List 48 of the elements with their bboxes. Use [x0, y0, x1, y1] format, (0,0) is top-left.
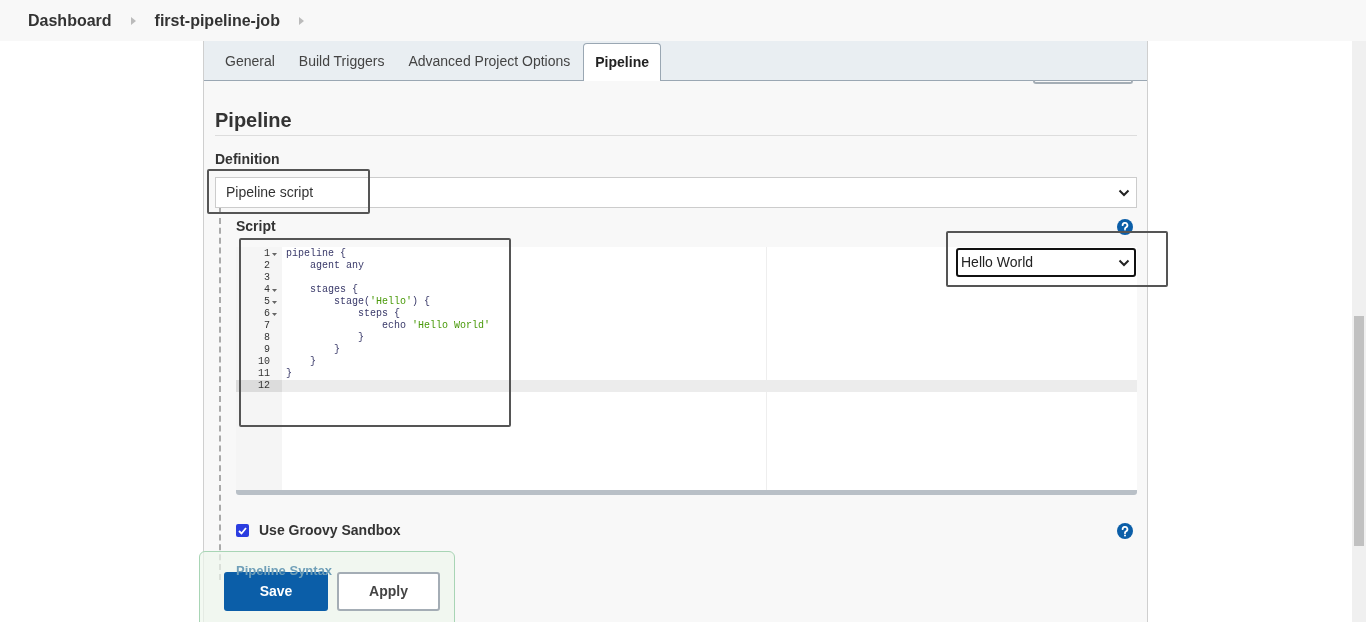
line-number: 10 [258, 356, 270, 368]
line-number: 6 [264, 308, 270, 320]
tab[interactable]: Advanced Project Options [397, 42, 582, 80]
code-line: } [357, 332, 364, 344]
section-title: Pipeline [215, 107, 1137, 136]
chevron-icon [1118, 188, 1130, 197]
checkbox-label: Use Groovy Sandbox [259, 521, 401, 540]
sample-select[interactable]: Hello World [956, 248, 1136, 277]
fold-icon[interactable] [271, 252, 277, 256]
line-number: 7 [264, 320, 270, 332]
select-value: Pipeline script [226, 183, 314, 202]
code-line: echo 'Hello World' [381, 320, 491, 332]
line-number: 8 [264, 332, 270, 344]
code-editor[interactable]: 1 2 3 4 5 6 7 8 9 10 11 12 pipeline { agent any stages { stage('Hello') { steps { echo 'Hello World' } } } } Hello World [236, 247, 1137, 495]
help-icon[interactable] [1117, 522, 1133, 539]
line-number: 12 [258, 380, 270, 392]
tab[interactable]: General [214, 42, 286, 80]
apply-button[interactable]: Apply [337, 572, 440, 611]
scrollbar-thumb[interactable] [1354, 316, 1364, 546]
line-number: 5 [264, 296, 270, 308]
code-line: stage('Hello') { [333, 296, 431, 308]
breadcrumb-link[interactable]: first-pipeline-job [154, 8, 280, 33]
fold-icon[interactable] [271, 300, 277, 304]
line-number: 3 [264, 272, 270, 284]
field-label: Script [236, 217, 276, 236]
field-label: Definition [215, 150, 281, 168]
breadcrumb-link[interactable]: Dashboard [28, 8, 112, 33]
line-number: 4 [264, 284, 270, 296]
fold-icon[interactable] [271, 288, 277, 292]
code-line: pipeline { [286, 248, 346, 260]
fold-icon[interactable] [271, 312, 277, 316]
code-line: } [286, 368, 292, 380]
help-icon[interactable] [1117, 218, 1133, 235]
code-line: agent any [309, 260, 364, 272]
line-number: 1 [264, 248, 270, 260]
line-number: 11 [258, 368, 270, 380]
tab[interactable]: Pipeline [583, 43, 661, 81]
select-value: Hello World [961, 253, 1034, 272]
line-number: 2 [264, 260, 270, 272]
chevron-icon [1118, 258, 1130, 267]
code-line: } [309, 356, 316, 368]
code-line: steps { [357, 308, 401, 320]
definition-select[interactable]: Pipeline script [215, 177, 1137, 208]
code-line: } [333, 344, 340, 356]
line-number: 9 [264, 344, 270, 356]
code-line: stages { [309, 284, 358, 296]
checkbox[interactable] [236, 524, 249, 537]
tab[interactable]: Build Triggers [287, 42, 396, 80]
